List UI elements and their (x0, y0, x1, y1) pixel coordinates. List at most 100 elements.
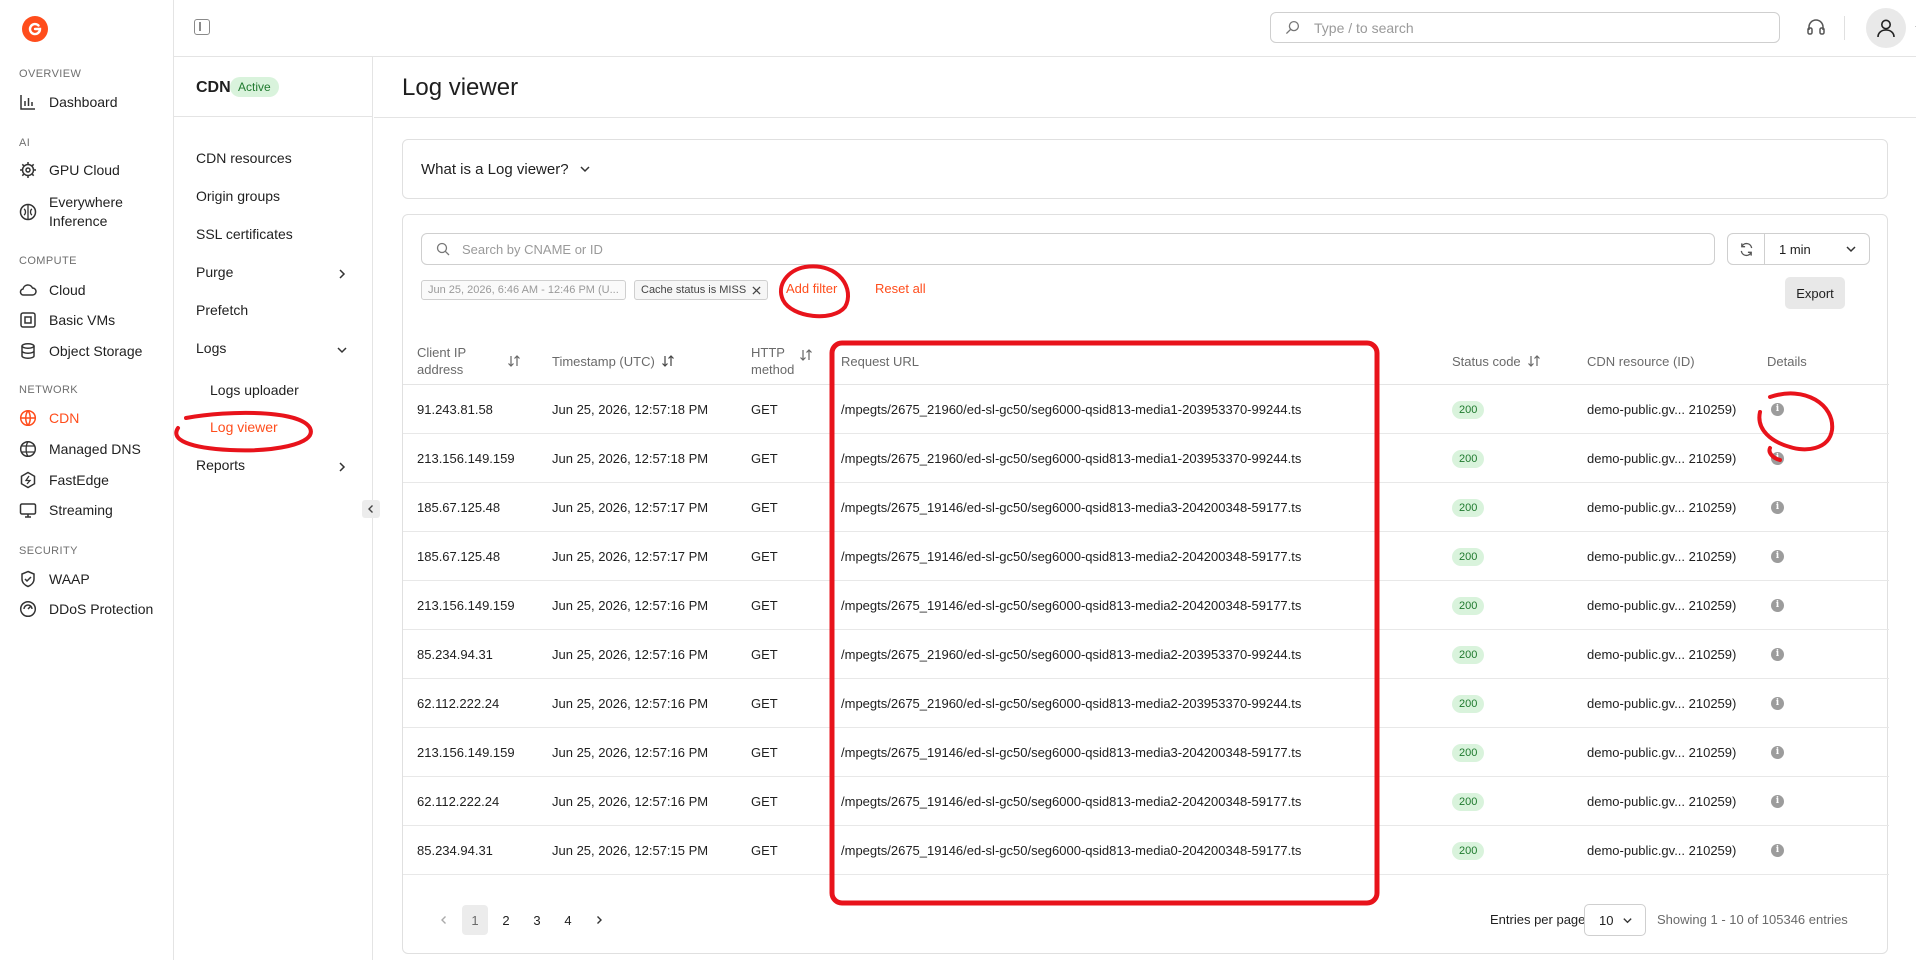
page-button-3[interactable]: 3 (524, 905, 550, 935)
sort-icon[interactable] (799, 349, 813, 361)
page-button-4[interactable]: 4 (555, 905, 581, 935)
chip-label: Cache status is MISS (641, 284, 747, 296)
table-row[interactable]: 85.234.94.31 Jun 25, 2026, 12:57:15 PM GET… (403, 826, 1889, 875)
request-url-cell: /mpegts/2675_19146/ed-sl-gc50/seg6000-qs… (841, 794, 1302, 809)
chevron-right-icon[interactable] (336, 461, 348, 473)
subnav-item-logs[interactable]: Logs (196, 340, 226, 356)
request-url-cell: /mpegts/2675_21960/ed-sl-gc50/seg6000-qs… (841, 402, 1302, 417)
cname-search-input[interactable]: Search by CNAME or ID (421, 233, 1715, 265)
bar-chart-icon (20, 95, 35, 110)
table-row[interactable]: 213.156.149.159 Jun 25, 2026, 12:57:16 PM… (403, 581, 1889, 630)
global-search-input[interactable]: Type / to search (1270, 12, 1780, 43)
info-icon[interactable] (1771, 501, 1784, 514)
info-icon[interactable] (1771, 599, 1784, 612)
info-icon[interactable] (1771, 746, 1784, 759)
page-button-1[interactable]: 1 (462, 905, 488, 935)
export-button[interactable]: Export (1785, 277, 1845, 309)
cloud-icon (19, 284, 37, 296)
info-icon[interactable] (1771, 844, 1784, 857)
table-row[interactable]: 213.156.149.159 Jun 25, 2026, 12:57:16 PM… (403, 728, 1889, 777)
entries-per-page-select[interactable]: 10 (1584, 904, 1646, 936)
subnav-item-log-viewer[interactable]: Log viewer (210, 419, 278, 435)
sidebar-item-cdn[interactable]: CDN (19, 409, 79, 427)
chevron-down-icon[interactable] (336, 344, 348, 356)
table-row[interactable]: 85.234.94.31 Jun 25, 2026, 12:57:16 PM GET… (403, 630, 1889, 679)
hexagon-icon (20, 471, 36, 489)
interval-value: 1 min (1779, 241, 1811, 257)
sidebar-item-fastedge[interactable]: FastEdge (19, 471, 109, 489)
info-icon[interactable] (1771, 697, 1784, 710)
subnav-item-origin-groups[interactable]: Origin groups (196, 188, 280, 204)
info-icon[interactable] (1771, 452, 1784, 465)
subnav-item-purge[interactable]: Purge (196, 264, 233, 280)
subnav-item-logs-uploader[interactable]: Logs uploader (210, 382, 299, 398)
close-icon[interactable] (752, 285, 761, 295)
sidebar-item-ddos-protection[interactable]: DDoS Protection (19, 600, 153, 618)
timestamp-cell: Jun 25, 2026, 12:57:17 PM (552, 549, 709, 564)
date-range-filter-chip[interactable]: Jun 25, 2026, 6:46 AM - 12:46 PM (U... (421, 280, 626, 300)
sort-icon[interactable] (507, 355, 521, 367)
subnav-item-ssl-certificates[interactable]: SSL certificates (196, 226, 293, 242)
info-icon[interactable] (1771, 795, 1784, 808)
status-badge: 200 (1452, 743, 1485, 762)
timestamp-cell: Jun 25, 2026, 12:57:18 PM (552, 451, 709, 466)
column-header-status-code[interactable]: Status code (1452, 337, 1541, 385)
header-label: Request URL (841, 353, 920, 369)
product-subnav: CDN Active CDN resources Origin groups S… (174, 57, 380, 960)
refresh-icon (1740, 242, 1752, 256)
vm-icon (20, 312, 36, 328)
sidebar-item-dashboard[interactable]: Dashboard (19, 93, 118, 111)
sidebar-item-label: Object Storage (49, 343, 143, 359)
sidebar-toggle-icon[interactable] (194, 19, 210, 35)
column-header-http-method[interactable]: HTTP method (751, 337, 794, 385)
sidebar-item-label: GPU Cloud (49, 162, 120, 178)
sort-icon (661, 355, 674, 367)
sidebar-item-basic-vms[interactable]: Basic VMs (19, 311, 115, 329)
database-icon (21, 343, 35, 359)
info-icon[interactable] (1771, 403, 1784, 416)
next-page-button[interactable] (586, 905, 612, 935)
table-row[interactable]: 213.156.149.159 Jun 25, 2026, 12:57:18 PM… (403, 434, 1889, 483)
table-row[interactable]: 62.112.222.24 Jun 25, 2026, 12:57:16 PM GE… (403, 679, 1889, 728)
table-row[interactable]: 91.243.81.58 Jun 25, 2026, 12:57:18 PM GET… (403, 385, 1889, 434)
info-accordion[interactable]: What is a Log viewer? (402, 139, 1888, 199)
cdn-resource-cell: demo-public.gv... 210259) (1587, 794, 1737, 809)
subnav-item-prefetch[interactable]: Prefetch (196, 302, 248, 318)
page-button-2[interactable]: 2 (493, 905, 519, 935)
info-icon[interactable] (1771, 648, 1784, 661)
gcore-logo[interactable] (22, 16, 48, 42)
chevron-right-icon[interactable] (336, 268, 348, 280)
search-icon (436, 242, 450, 256)
sidebar-item-object-storage[interactable]: Object Storage (19, 342, 142, 360)
timestamp-cell: Jun 25, 2026, 12:57:18 PM (552, 402, 709, 417)
sidebar-item-managed-dns[interactable]: Managed DNS (19, 440, 141, 458)
status-badge: 200 (1452, 645, 1485, 664)
status-code-cell: 200 (1452, 728, 1485, 777)
table-row[interactable]: 185.67.125.48 Jun 25, 2026, 12:57:17 PM GE… (403, 483, 1889, 532)
cache-status-filter-chip[interactable]: Cache status is MISS (634, 280, 769, 300)
prev-page-button[interactable] (431, 905, 457, 935)
search-placeholder: Search by CNAME or ID (462, 241, 603, 257)
user-avatar[interactable] (1866, 8, 1906, 48)
table-row[interactable]: 62.112.222.24 Jun 25, 2026, 12:57:16 PM GE… (403, 777, 1889, 826)
sidebar-item-gpu-cloud[interactable]: GPU Cloud (19, 161, 120, 179)
headset-icon[interactable] (1806, 18, 1826, 38)
sidebar-item-streaming[interactable]: Streaming (19, 501, 113, 519)
column-header-client-ip[interactable]: Client IP address (417, 337, 466, 385)
subnav-header: CDN Active (174, 57, 373, 117)
sidebar-item-label: Everywhere Inference (49, 194, 123, 229)
sidebar-item-label: Cloud (49, 282, 86, 298)
column-header-timestamp[interactable]: Timestamp (UTC) (552, 337, 675, 385)
sidebar-item-everywhere-inference[interactable]: Everywhere Inference (19, 193, 123, 231)
info-icon[interactable] (1771, 550, 1784, 563)
subnav-item-cdn-resources[interactable]: CDN resources (196, 150, 292, 166)
reset-all-button[interactable]: Reset all (875, 281, 926, 296)
sidebar-item-waap[interactable]: WAAP (19, 570, 90, 588)
add-filter-button[interactable]: Add filter (786, 281, 837, 296)
refresh-interval-select[interactable]: 1 min (1764, 233, 1870, 265)
refresh-button[interactable] (1727, 233, 1765, 265)
table-row[interactable]: 185.67.125.48 Jun 25, 2026, 12:57:17 PM GE… (403, 532, 1889, 581)
subnav-item-reports[interactable]: Reports (196, 457, 245, 473)
sidebar-item-cloud[interactable]: Cloud (19, 281, 86, 299)
request-url-cell: /mpegts/2675_19146/ed-sl-gc50/seg6000-qs… (841, 843, 1302, 858)
